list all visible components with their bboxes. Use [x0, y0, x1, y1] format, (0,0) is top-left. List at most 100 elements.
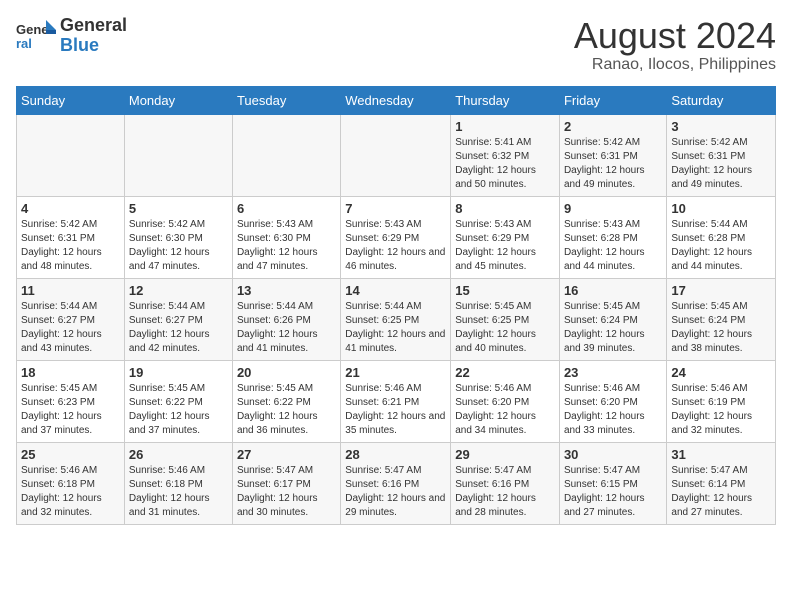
day-info: Sunrise: 5:47 AM Sunset: 6:16 PM Dayligh…	[345, 464, 446, 520]
day-number: 20	[237, 365, 336, 380]
calendar-cell: 12Sunrise: 5:44 AM Sunset: 6:27 PM Dayli…	[124, 278, 232, 360]
day-number: 4	[21, 201, 120, 216]
calendar-cell: 27 Sunrise: 5:47 AM Sunset: 6:17 PM Dayli…	[232, 442, 340, 524]
calendar-week-row: 25 Sunrise: 5:46 AM Sunset: 6:18 PM Dayli…	[17, 442, 776, 524]
day-number: 31	[671, 447, 771, 462]
calendar-cell: 29 Sunrise: 5:47 AM Sunset: 6:16 PM Dayli…	[451, 442, 560, 524]
day-info: Sunrise: 5:43 AM Sunset: 6:29 PM Dayligh…	[345, 218, 446, 274]
day-info: Sunrise: 5:45 AM Sunset: 6:24 PM Dayligh…	[564, 300, 662, 356]
calendar-header-row: SundayMondayTuesdayWednesdayThursdayFrid…	[17, 86, 776, 114]
calendar-cell: 6Sunrise: 5:43 AM Sunset: 6:30 PM Daylig…	[232, 196, 340, 278]
day-number: 24	[671, 365, 771, 380]
calendar-week-row: 4Sunrise: 5:42 AM Sunset: 6:31 PM Daylig…	[17, 196, 776, 278]
column-header-sunday: Sunday	[17, 86, 125, 114]
calendar-cell: 9 Sunrise: 5:43 AM Sunset: 6:28 PM Daylig…	[559, 196, 666, 278]
day-info: Sunrise: 5:45 AM Sunset: 6:23 PM Dayligh…	[21, 382, 120, 438]
day-number: 18	[21, 365, 120, 380]
calendar-week-row: 11Sunrise: 5:44 AM Sunset: 6:27 PM Dayli…	[17, 278, 776, 360]
calendar-cell: 28 Sunrise: 5:47 AM Sunset: 6:16 PM Dayli…	[341, 442, 451, 524]
calendar-cell: 26 Sunrise: 5:46 AM Sunset: 6:18 PM Dayli…	[124, 442, 232, 524]
day-info: Sunrise: 5:44 AM Sunset: 6:25 PM Dayligh…	[345, 300, 446, 356]
calendar-cell	[124, 114, 232, 196]
day-number: 5	[129, 201, 228, 216]
day-number: 10	[671, 201, 771, 216]
day-number: 1	[455, 119, 555, 134]
day-info: Sunrise: 5:43 AM Sunset: 6:28 PM Dayligh…	[564, 218, 662, 274]
calendar-week-row: 18 Sunrise: 5:45 AM Sunset: 6:23 PM Dayli…	[17, 360, 776, 442]
day-info: Sunrise: 5:47 AM Sunset: 6:14 PM Dayligh…	[671, 464, 771, 520]
calendar-cell	[232, 114, 340, 196]
day-number: 9	[564, 201, 662, 216]
day-info: Sunrise: 5:46 AM Sunset: 6:18 PM Dayligh…	[129, 464, 228, 520]
calendar-week-row: 1 Sunrise: 5:41 AM Sunset: 6:32 PM Daylig…	[17, 114, 776, 196]
day-info: Sunrise: 5:45 AM Sunset: 6:22 PM Dayligh…	[237, 382, 336, 438]
title-area: August 2024 Ranao, Ilocos, Philippines	[574, 16, 776, 74]
calendar-cell: 30 Sunrise: 5:47 AM Sunset: 6:15 PM Dayli…	[559, 442, 666, 524]
calendar-cell: 25 Sunrise: 5:46 AM Sunset: 6:18 PM Dayli…	[17, 442, 125, 524]
logo-general: General	[60, 15, 127, 35]
calendar-cell: 18 Sunrise: 5:45 AM Sunset: 6:23 PM Dayli…	[17, 360, 125, 442]
day-info: Sunrise: 5:47 AM Sunset: 6:15 PM Dayligh…	[564, 464, 662, 520]
day-number: 3	[671, 119, 771, 134]
calendar-cell: 20 Sunrise: 5:45 AM Sunset: 6:22 PM Dayli…	[232, 360, 340, 442]
day-number: 27	[237, 447, 336, 462]
calendar-cell: 21Sunrise: 5:46 AM Sunset: 6:21 PM Dayli…	[341, 360, 451, 442]
day-number: 17	[671, 283, 771, 298]
day-info: Sunrise: 5:44 AM Sunset: 6:26 PM Dayligh…	[237, 300, 336, 356]
day-number: 25	[21, 447, 120, 462]
calendar-cell: 10 Sunrise: 5:44 AM Sunset: 6:28 PM Dayli…	[667, 196, 776, 278]
day-number: 30	[564, 447, 662, 462]
day-number: 28	[345, 447, 446, 462]
column-header-monday: Monday	[124, 86, 232, 114]
day-info: Sunrise: 5:44 AM Sunset: 6:28 PM Dayligh…	[671, 218, 771, 274]
day-info: Sunrise: 5:46 AM Sunset: 6:18 PM Dayligh…	[21, 464, 120, 520]
calendar-cell: 11Sunrise: 5:44 AM Sunset: 6:27 PM Dayli…	[17, 278, 125, 360]
day-number: 21	[345, 365, 446, 380]
calendar-cell: 23Sunrise: 5:46 AM Sunset: 6:20 PM Dayli…	[559, 360, 666, 442]
day-info: Sunrise: 5:41 AM Sunset: 6:32 PM Dayligh…	[455, 136, 555, 192]
day-number: 13	[237, 283, 336, 298]
day-number: 7	[345, 201, 446, 216]
day-info: Sunrise: 5:42 AM Sunset: 6:30 PM Dayligh…	[129, 218, 228, 274]
day-info: Sunrise: 5:47 AM Sunset: 6:16 PM Dayligh…	[455, 464, 555, 520]
day-number: 2	[564, 119, 662, 134]
logo: Gene ral General Blue	[16, 16, 127, 56]
day-info: Sunrise: 5:45 AM Sunset: 6:22 PM Dayligh…	[129, 382, 228, 438]
calendar-cell: 4Sunrise: 5:42 AM Sunset: 6:31 PM Daylig…	[17, 196, 125, 278]
day-number: 22	[455, 365, 555, 380]
calendar-cell: 13 Sunrise: 5:44 AM Sunset: 6:26 PM Dayli…	[232, 278, 340, 360]
page-title: August 2024	[574, 16, 776, 56]
calendar-cell: 7 Sunrise: 5:43 AM Sunset: 6:29 PM Daylig…	[341, 196, 451, 278]
calendar-cell: 8 Sunrise: 5:43 AM Sunset: 6:29 PM Daylig…	[451, 196, 560, 278]
column-header-thursday: Thursday	[451, 86, 560, 114]
calendar-cell: 15Sunrise: 5:45 AM Sunset: 6:25 PM Dayli…	[451, 278, 560, 360]
calendar-cell: 16 Sunrise: 5:45 AM Sunset: 6:24 PM Dayli…	[559, 278, 666, 360]
calendar-cell: 17 Sunrise: 5:45 AM Sunset: 6:24 PM Dayli…	[667, 278, 776, 360]
day-number: 16	[564, 283, 662, 298]
day-number: 26	[129, 447, 228, 462]
day-number: 15	[455, 283, 555, 298]
svg-text:ral: ral	[16, 36, 32, 51]
day-info: Sunrise: 5:47 AM Sunset: 6:17 PM Dayligh…	[237, 464, 336, 520]
day-number: 12	[129, 283, 228, 298]
day-info: Sunrise: 5:43 AM Sunset: 6:29 PM Dayligh…	[455, 218, 555, 274]
svg-text:Gene: Gene	[16, 22, 49, 37]
day-info: Sunrise: 5:46 AM Sunset: 6:20 PM Dayligh…	[455, 382, 555, 438]
day-info: Sunrise: 5:46 AM Sunset: 6:19 PM Dayligh…	[671, 382, 771, 438]
logo-icon: Gene ral	[16, 18, 56, 54]
calendar-cell: 14Sunrise: 5:44 AM Sunset: 6:25 PM Dayli…	[341, 278, 451, 360]
calendar-cell: 19Sunrise: 5:45 AM Sunset: 6:22 PM Dayli…	[124, 360, 232, 442]
calendar-cell: 22 Sunrise: 5:46 AM Sunset: 6:20 PM Dayli…	[451, 360, 560, 442]
calendar-cell: 31 Sunrise: 5:47 AM Sunset: 6:14 PM Dayli…	[667, 442, 776, 524]
column-header-tuesday: Tuesday	[232, 86, 340, 114]
calendar-cell: 24 Sunrise: 5:46 AM Sunset: 6:19 PM Dayli…	[667, 360, 776, 442]
day-info: Sunrise: 5:45 AM Sunset: 6:24 PM Dayligh…	[671, 300, 771, 356]
calendar-cell: 2Sunrise: 5:42 AM Sunset: 6:31 PM Daylig…	[559, 114, 666, 196]
logo-blue: Blue	[60, 35, 99, 55]
day-number: 29	[455, 447, 555, 462]
column-header-saturday: Saturday	[667, 86, 776, 114]
calendar-cell	[341, 114, 451, 196]
calendar-cell: 5 Sunrise: 5:42 AM Sunset: 6:30 PM Daylig…	[124, 196, 232, 278]
day-number: 8	[455, 201, 555, 216]
calendar-cell	[17, 114, 125, 196]
